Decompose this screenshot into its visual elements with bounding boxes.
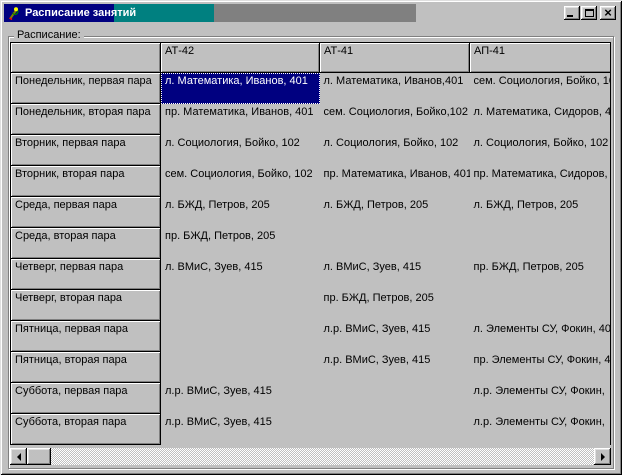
schedule-cell[interactable]: л. Социология, Бойко, 102 <box>320 135 470 166</box>
schedule-table: АТ-42АТ-41АП-41 Понедельник, первая пара… <box>10 42 611 445</box>
window-controls: × <box>564 6 616 20</box>
schedule-row: Понедельник, первая парал. Математика, И… <box>11 73 612 104</box>
schedule-cell[interactable] <box>320 383 470 414</box>
schedule-cell[interactable]: сем. Социология, Бойко, 10 <box>470 73 612 104</box>
schedule-cell[interactable]: л. БЖД, Петров, 205 <box>320 197 470 228</box>
row-header-cell: Суббота, вторая пара <box>11 414 161 445</box>
schedule-cell[interactable]: л.р. ВМиС, Зуев, 415 <box>161 383 320 414</box>
schedule-row: Пятница, вторая пара л.р. ВМиС, Зуев, 415… <box>11 352 612 383</box>
schedule-cell[interactable]: л. Социология, Бойко, 102 <box>161 135 320 166</box>
column-header: АТ-42 <box>161 43 320 73</box>
row-header-cell: Вторник, первая пара <box>11 135 161 166</box>
column-header: АТ-41 <box>320 43 470 73</box>
schedule-cell[interactable]: л. Математика, Сидоров, 4 <box>470 104 612 135</box>
schedule-row: Среда, вторая парапр. БЖД, Петров, 205 <box>11 228 612 259</box>
schedule-cell[interactable]: л. Социология, Бойко, 102 <box>470 135 612 166</box>
schedule-cell[interactable]: пр. БЖД, Петров, 205 <box>161 228 320 259</box>
schedule-cell[interactable]: пр. Элементы СУ, Фокин, 4 <box>470 352 612 383</box>
row-header-cell: Пятница, вторая пара <box>11 352 161 383</box>
schedule-cell[interactable]: л.р. ВМиС, Зуев, 415 <box>320 352 470 383</box>
schedule-row: Среда, первая парал. БЖД, Петров, 205л. … <box>11 197 612 228</box>
row-header-cell: Вторник, вторая пара <box>11 166 161 197</box>
schedule-row: Четверг, вторая пара пр. БЖД, Петров, 205 <box>11 290 612 321</box>
schedule-row: Понедельник, вторая парапр. Математика, … <box>11 104 612 135</box>
row-header-cell: Понедельник, вторая пара <box>11 104 161 135</box>
app-window: Расписание занятий × Расписание: АТ-42АТ… <box>0 0 622 475</box>
scroll-right-button[interactable] <box>594 448 611 465</box>
row-header-cell: Понедельник, первая пара <box>11 73 161 104</box>
corner-cell <box>11 43 161 73</box>
groupbox-label: Расписание: <box>14 29 84 41</box>
schedule-cell[interactable]: л. ВМиС, Зуев, 415 <box>161 259 320 290</box>
schedule-row: Четверг, первая парал. ВМиС, Зуев, 415л.… <box>11 259 612 290</box>
schedule-cell[interactable]: пр. БЖД, Петров, 205 <box>320 290 470 321</box>
app-icon <box>6 5 22 21</box>
schedule-row: Пятница, первая пара л.р. ВМиС, Зуев, 415… <box>11 321 612 352</box>
column-header: АП-41 <box>470 43 612 73</box>
schedule-grid: АТ-42АТ-41АП-41 Понедельник, первая пара… <box>10 42 611 445</box>
minimize-button[interactable] <box>564 6 580 20</box>
close-icon: × <box>604 8 612 18</box>
schedule-groupbox: Расписание: АТ-42АТ-41АП-41 Понедельник,… <box>8 36 614 469</box>
horizontal-scrollbar[interactable] <box>10 448 611 465</box>
left-arrow-icon <box>17 453 21 461</box>
schedule-cell[interactable]: л.р. Элементы СУ, Фокин, <box>470 414 612 445</box>
row-header-cell: Четверг, вторая пара <box>11 290 161 321</box>
schedule-cell[interactable] <box>320 228 470 259</box>
row-header-cell: Пятница, первая пара <box>11 321 161 352</box>
schedule-cell[interactable]: л. ВМиС, Зуев, 415 <box>320 259 470 290</box>
schedule-cell[interactable]: л. Математика, Иванов, 401 <box>161 73 320 104</box>
schedule-cell[interactable] <box>161 321 320 352</box>
schedule-cell[interactable]: пр. БЖД, Петров, 205 <box>470 259 612 290</box>
right-arrow-icon <box>601 453 605 461</box>
schedule-cell[interactable]: л.р. ВМиС, Зуев, 415 <box>161 414 320 445</box>
scrollbar-thumb[interactable] <box>27 448 51 465</box>
scroll-left-button[interactable] <box>10 448 27 465</box>
row-header-cell: Среда, вторая пара <box>11 228 161 259</box>
row-header-cell: Среда, первая пара <box>11 197 161 228</box>
schedule-cell[interactable]: сем. Социология, Бойко,102 <box>320 104 470 135</box>
schedule-cell[interactable]: л.р. Элементы СУ, Фокин, <box>470 383 612 414</box>
schedule-row: Суббота, вторая парал.р. ВМиС, Зуев, 415… <box>11 414 612 445</box>
schedule-cell[interactable]: л. БЖД, Петров, 205 <box>161 197 320 228</box>
row-header-cell: Суббота, первая пара <box>11 383 161 414</box>
schedule-cell[interactable]: пр. Математика, Иванов, 401 <box>161 104 320 135</box>
schedule-cell[interactable]: сем. Социология, Бойко, 102 <box>161 166 320 197</box>
maximize-button[interactable] <box>581 6 597 20</box>
schedule-cell[interactable]: пр. Математика, Иванов, 401 <box>320 166 470 197</box>
schedule-cell[interactable] <box>320 414 470 445</box>
schedule-cell[interactable]: л. БЖД, Петров, 205 <box>470 197 612 228</box>
schedule-row: Вторник, вторая парасем. Социология, Бой… <box>11 166 612 197</box>
schedule-cell[interactable] <box>470 228 612 259</box>
title-bar[interactable]: Расписание занятий × <box>4 4 618 22</box>
maximize-icon <box>585 9 594 17</box>
schedule-cell[interactable] <box>470 290 612 321</box>
schedule-cell[interactable] <box>161 352 320 383</box>
schedule-cell[interactable]: л. Элементы СУ, Фокин, 40 <box>470 321 612 352</box>
schedule-row: Суббота, первая парал.р. ВМиС, Зуев, 415… <box>11 383 612 414</box>
schedule-row: Вторник, первая парал. Социология, Бойко… <box>11 135 612 166</box>
schedule-cell[interactable] <box>161 290 320 321</box>
window-title: Расписание занятий <box>25 7 136 19</box>
scrollbar-track[interactable] <box>51 448 594 465</box>
close-button[interactable]: × <box>600 6 616 20</box>
minimize-icon <box>567 15 573 17</box>
schedule-cell[interactable]: л.р. ВМиС, Зуев, 415 <box>320 321 470 352</box>
schedule-cell[interactable]: л. Математика, Иванов,401 <box>320 73 470 104</box>
header-row: АТ-42АТ-41АП-41 <box>11 43 612 73</box>
schedule-cell[interactable]: пр. Математика, Сидоров, <box>470 166 612 197</box>
row-header-cell: Четверг, первая пара <box>11 259 161 290</box>
